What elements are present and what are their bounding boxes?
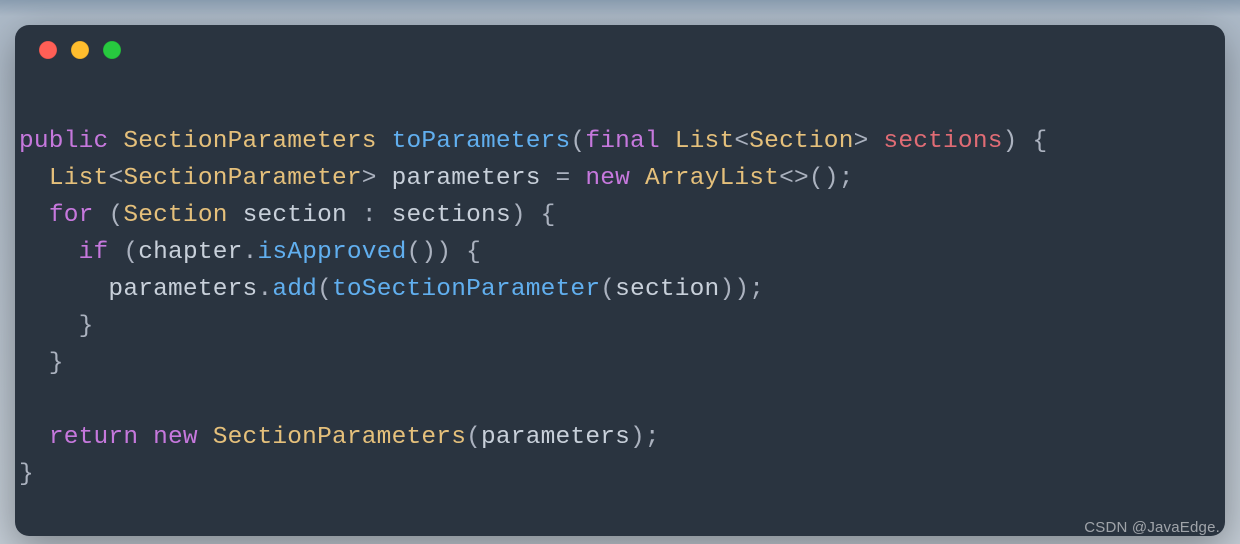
code-token: ()) { xyxy=(407,239,482,266)
code-token: toParameters xyxy=(392,128,571,155)
code-token: section xyxy=(615,276,719,303)
code-token: public xyxy=(19,128,123,155)
code-token: } xyxy=(19,313,94,340)
code-token: isApproved xyxy=(257,239,406,266)
code-token: <>(); xyxy=(779,165,854,192)
watermark-text: CSDN @JavaEdge. xyxy=(1084,519,1220,536)
code-token: if xyxy=(79,239,124,266)
code-token: < xyxy=(734,128,749,155)
code-token xyxy=(19,165,49,192)
code-token: return new xyxy=(49,424,213,451)
code-token: ( xyxy=(123,239,138,266)
code-token: parameters xyxy=(392,165,556,192)
code-token: < xyxy=(108,165,123,192)
code-token: chapter xyxy=(138,239,242,266)
code-token: ) { xyxy=(1003,128,1048,155)
code-token: parameters xyxy=(481,424,630,451)
zoom-icon[interactable] xyxy=(103,41,121,59)
code-line: } xyxy=(19,308,1221,345)
code-token: ArrayList xyxy=(645,165,779,192)
code-line: List<SectionParameter> parameters = new … xyxy=(19,160,1221,197)
code-token: ( xyxy=(108,202,123,229)
code-token: ( xyxy=(600,276,615,303)
code-token: SectionParameters xyxy=(123,128,391,155)
code-line: return new SectionParameters(parameters)… xyxy=(19,419,1221,456)
code-token xyxy=(19,202,49,229)
code-token: > xyxy=(362,165,392,192)
code-line: if (chapter.isApproved()) { xyxy=(19,234,1221,271)
code-token: add xyxy=(272,276,317,303)
code-token: > xyxy=(854,128,884,155)
close-icon[interactable] xyxy=(39,41,57,59)
code-token: parameters xyxy=(108,276,257,303)
code-token: } xyxy=(19,461,34,488)
code-token: } xyxy=(19,350,64,377)
code-token: . xyxy=(257,276,272,303)
code-line: } xyxy=(19,456,1221,493)
code-token: Section xyxy=(123,202,242,229)
window-titlebar xyxy=(15,25,1225,75)
code-token: List xyxy=(675,128,735,155)
code-token: = xyxy=(556,165,586,192)
code-token: new xyxy=(585,165,645,192)
code-line: public SectionParameters toParameters(fi… xyxy=(19,123,1221,160)
code-token: for xyxy=(49,202,109,229)
code-token: : xyxy=(362,202,392,229)
code-block: public SectionParameters toParameters(fi… xyxy=(15,75,1225,493)
code-token: SectionParameters xyxy=(213,424,466,451)
code-token: sections xyxy=(883,128,1002,155)
code-token: sections xyxy=(392,202,511,229)
code-token xyxy=(19,239,79,266)
code-line: for (Section section : sections) { xyxy=(19,197,1221,234)
code-token xyxy=(19,276,108,303)
code-window: public SectionParameters toParameters(fi… xyxy=(15,25,1225,536)
code-token: ( xyxy=(317,276,332,303)
code-token: ) { xyxy=(511,202,556,229)
code-token: final xyxy=(585,128,674,155)
code-token xyxy=(19,424,49,451)
code-line xyxy=(19,382,1221,419)
minimize-icon[interactable] xyxy=(71,41,89,59)
code-token: toSectionParameter xyxy=(332,276,600,303)
code-line: parameters.add(toSectionParameter(sectio… xyxy=(19,271,1221,308)
code-token: section xyxy=(243,202,362,229)
code-line: } xyxy=(19,345,1221,382)
code-token: ); xyxy=(630,424,660,451)
code-token: )); xyxy=(719,276,764,303)
code-token: List xyxy=(49,165,109,192)
code-token: ( xyxy=(570,128,585,155)
code-token: ( xyxy=(466,424,481,451)
code-token: . xyxy=(243,239,258,266)
code-token: Section xyxy=(749,128,853,155)
code-token: SectionParameter xyxy=(123,165,361,192)
